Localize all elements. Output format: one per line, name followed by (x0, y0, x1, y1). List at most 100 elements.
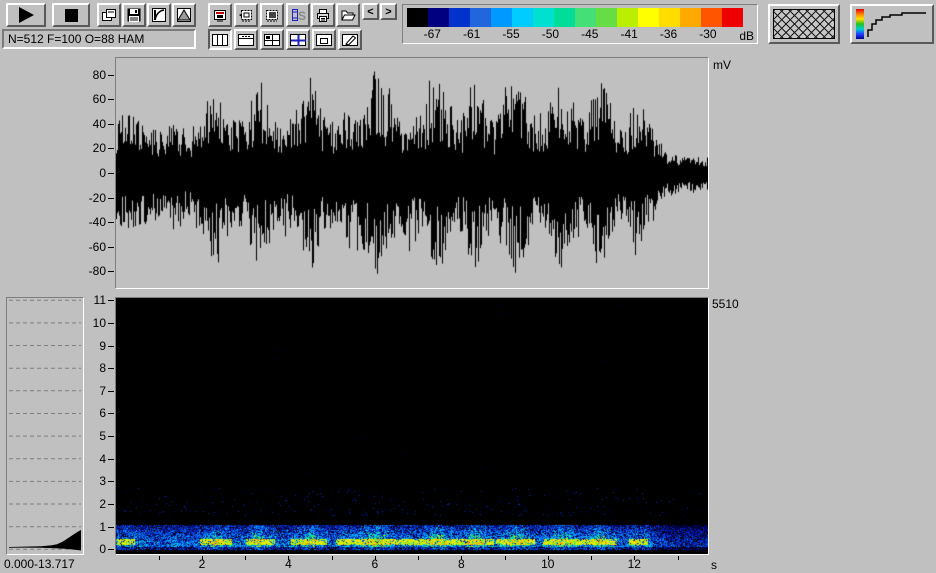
spectrogram-tick-mark (108, 526, 114, 528)
layout-top-pane-button[interactable] (234, 29, 258, 50)
analysis-settings-status: N=512 F=100 O=88 HAM (2, 29, 196, 49)
waveform-tick-label: 0 (99, 166, 106, 180)
color-scale-gradient (407, 8, 743, 27)
color-scale-cell (554, 8, 575, 27)
color-scale-cell (407, 8, 428, 27)
time-tick-mark (677, 556, 679, 560)
color-scale-cell (428, 8, 449, 27)
time-unit-label: s (711, 558, 717, 572)
time-tick-mark (504, 556, 506, 560)
color-scale-cell (575, 8, 596, 27)
average-spectrum-panel[interactable] (6, 297, 84, 555)
time-tick-mark (418, 556, 420, 560)
spectrogram-panel[interactable] (115, 297, 709, 555)
save-button[interactable] (122, 3, 146, 27)
waveform-tick-mark (108, 173, 114, 174)
waveform-tick-label: -40 (88, 215, 106, 230)
time-tick-mark (634, 556, 636, 560)
spectrogram-tick-mark (108, 504, 114, 506)
spectrogram-tick-mark (108, 413, 114, 415)
stop-button[interactable] (52, 3, 90, 27)
color-scale-cell (638, 8, 659, 27)
edit-pencil-icon (342, 33, 358, 46)
color-scale-cell (449, 8, 470, 27)
layout-quad-cross-button[interactable] (286, 29, 310, 50)
waveform-panel[interactable] (115, 57, 709, 289)
paste-spectrum-icon: S (292, 9, 306, 23)
layout-left-pane-button[interactable] (208, 29, 232, 50)
spectrogram-tick-label: 8 (99, 361, 106, 376)
waveform-tick-mark (108, 74, 114, 76)
time-tick-mark (288, 556, 290, 560)
fill-selection-button[interactable] (260, 3, 284, 27)
copy-icon (102, 9, 116, 21)
capture-selection-button[interactable] (234, 3, 258, 27)
color-scale-tick-label: -30 (699, 27, 717, 41)
color-scale-tick-label: -67 (423, 27, 441, 41)
print-icon (317, 9, 329, 22)
record-display-icon (214, 10, 226, 22)
spectrogram-tick-label: 3 (99, 474, 106, 489)
gain-curve-button[interactable] (147, 3, 171, 27)
waveform-canvas[interactable] (116, 58, 708, 288)
spectrogram-tick-mark (108, 390, 114, 392)
color-scale-tick-label: -50 (541, 27, 560, 41)
layout-quad-cross-icon (290, 33, 306, 46)
waveform-tick-label: -80 (88, 264, 106, 279)
layout-inner-window-button[interactable] (312, 29, 336, 50)
waveform-tick-mark (108, 197, 114, 199)
hatch-pattern-button[interactable] (768, 4, 840, 44)
open-file-button[interactable] (336, 3, 360, 27)
waveform-tick-label: 40 (92, 116, 106, 131)
window-function-button[interactable] (172, 3, 196, 27)
save-floppy-icon (127, 8, 141, 22)
spectrogram-tick-mark (108, 345, 114, 347)
waveform-tick-mark (108, 246, 114, 248)
waveform-tick-label: -60 (88, 239, 106, 254)
capture-selection-icon (239, 10, 252, 22)
open-folder-icon (341, 10, 356, 21)
average-spectrum-plot (9, 299, 81, 551)
record-display-button[interactable] (208, 3, 232, 27)
layout-quad-icon (264, 33, 280, 46)
color-scale-cell (617, 8, 638, 27)
layout-quad-button[interactable] (260, 29, 284, 50)
color-scale-cell (533, 8, 554, 27)
color-scale-cell (701, 8, 722, 27)
time-tick-mark (461, 556, 463, 560)
spectrogram-canvas[interactable] (116, 298, 708, 554)
prev-arrow-icon: < (367, 5, 374, 18)
spectrogram-tick-mark (108, 549, 114, 551)
window-function-icon (177, 8, 191, 22)
svg-text:S: S (298, 9, 306, 23)
play-button[interactable] (6, 3, 46, 27)
color-scale-tick-label: -45 (581, 27, 599, 41)
spectrogram-tick-label: 9 (99, 338, 106, 353)
waveform-tick-mark (108, 99, 114, 101)
waveform-unit-label: mV (713, 58, 731, 72)
time-tick-mark (591, 556, 593, 560)
copy-button[interactable] (97, 3, 121, 27)
color-scale-cell (596, 8, 617, 27)
spectrogram-tick-label: 0 (99, 542, 106, 557)
print-button[interactable] (311, 3, 335, 27)
color-scale-cell (491, 8, 512, 27)
time-tick-mark (374, 556, 376, 560)
spectrogram-tick-label: 7 (99, 383, 106, 398)
spectrogram-tick-label: 10 (92, 315, 106, 330)
hatch-pattern-icon (773, 9, 835, 39)
rainbow-strip-icon (856, 9, 864, 39)
waveform-tick-label: -20 (88, 190, 106, 205)
spectrogram-app-window: S < > dB N=512 F=100 O=88 HAM mV 5510 s … (0, 0, 936, 573)
waveform-tick-mark (108, 148, 114, 150)
paste-spectrum-button[interactable]: S (286, 3, 310, 27)
prev-button[interactable]: < (362, 3, 379, 20)
next-button[interactable]: > (380, 3, 397, 20)
color-scale-tick-label: -36 (659, 27, 678, 41)
time-tick-mark (331, 556, 333, 560)
edit-annotations-button[interactable] (338, 29, 362, 50)
spectrogram-tick-mark (108, 368, 114, 370)
waveform-tick-mark (108, 222, 114, 224)
colormap-curve-button[interactable] (850, 4, 934, 44)
waveform-tick-label: 20 (92, 141, 106, 156)
